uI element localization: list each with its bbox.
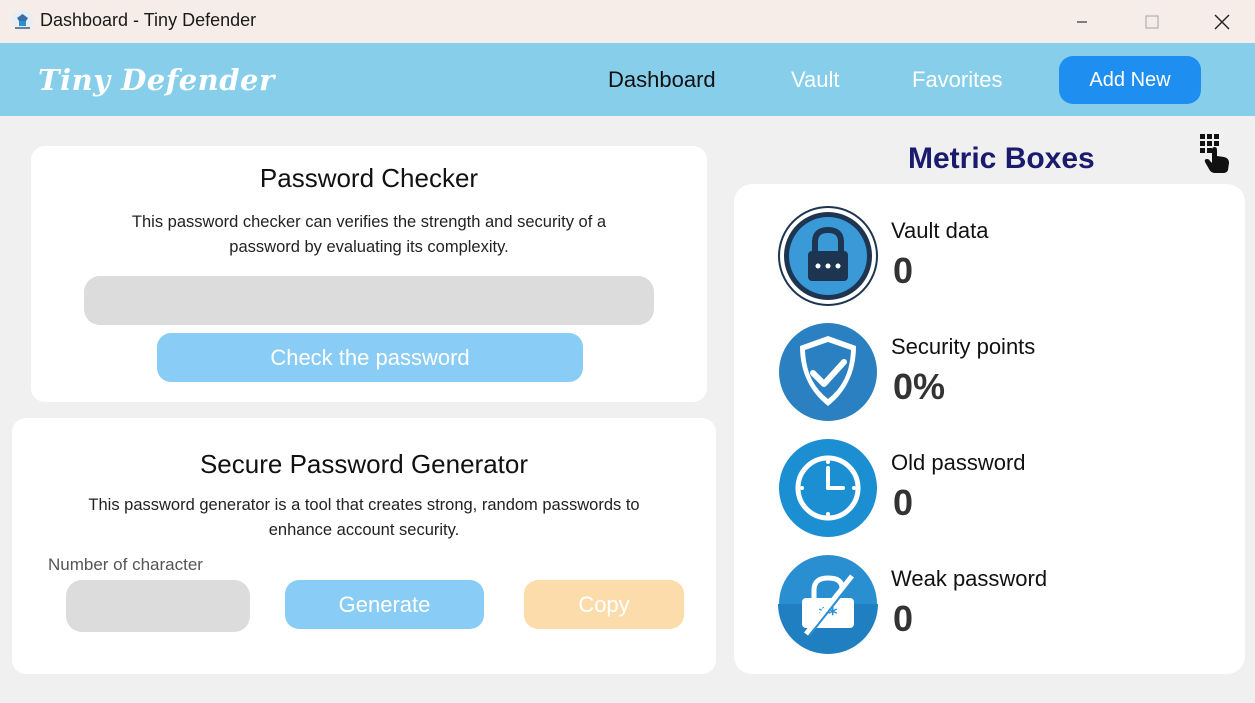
maximize-button[interactable] <box>1129 0 1175 43</box>
window-title: Dashboard - Tiny Defender <box>40 10 257 30</box>
broken-lock-icon: ** <box>778 555 878 654</box>
password-generator-description: This password generator is a tool that c… <box>12 493 716 543</box>
metric-label: Security points <box>891 334 1036 359</box>
password-checker-desc-line1: This password checker can verifies the s… <box>131 213 607 231</box>
close-icon <box>1214 14 1230 29</box>
metric-label: Old password <box>891 450 1026 475</box>
password-input[interactable] <box>84 276 654 325</box>
number-of-character-input[interactable] <box>66 580 250 632</box>
add-new-button[interactable]: Add New <box>1059 56 1201 104</box>
password-generator-desc-line2: enhance account security. <box>268 521 460 539</box>
minimize-button[interactable] <box>1059 0 1105 43</box>
app-logo-icon <box>11 9 34 32</box>
metric-security-points: Security points 0% <box>778 322 1198 422</box>
maximize-icon <box>1145 14 1159 29</box>
padlock-icon <box>778 206 878 306</box>
window-titlebar: Dashboard - Tiny Defender <box>0 0 1255 43</box>
nav-vault[interactable]: Vault <box>791 67 840 93</box>
top-navbar: Tiny Defender Dashboard Vault Favorites … <box>0 43 1255 116</box>
password-checker-description: This password checker can verifies the s… <box>31 210 707 260</box>
shield-check-icon <box>779 323 877 421</box>
keypad-touch-icon[interactable] <box>1198 132 1232 174</box>
metric-weak-password: ** Weak password 0 <box>778 554 1198 654</box>
nav-dashboard[interactable]: Dashboard <box>608 67 716 93</box>
check-password-button[interactable]: Check the password <box>157 333 583 382</box>
copy-button[interactable]: Copy <box>524 580 684 629</box>
metric-value: 0 <box>893 250 914 291</box>
password-checker-title: Password Checker <box>259 163 479 193</box>
password-generator-title: Secure Password Generator <box>199 449 529 479</box>
close-button[interactable] <box>1199 0 1245 43</box>
nav-favorites[interactable]: Favorites <box>912 67 1002 93</box>
metric-value: 0 <box>893 598 914 639</box>
minimize-icon <box>1077 20 1087 23</box>
metric-old-password: Old password 0 <box>778 438 1198 538</box>
brand-logo-text[interactable]: Tiny Defender <box>38 63 275 97</box>
password-checker-desc-line2: password by evaluating its complexity. <box>229 238 509 256</box>
metric-value: 0 <box>893 482 914 523</box>
metric-boxes-heading: Metric Boxes <box>908 142 1095 175</box>
metric-label: Vault data <box>891 218 989 243</box>
number-of-character-label: Number of character <box>48 555 203 574</box>
generate-button[interactable]: Generate <box>285 580 484 629</box>
metric-value: 0% <box>893 366 946 407</box>
clock-icon <box>779 439 877 537</box>
metric-label: Weak password <box>891 566 1048 591</box>
metric-vault-data: Vault data 0 <box>778 206 1198 306</box>
password-generator-desc-line1: This password generator is a tool that c… <box>88 496 640 514</box>
